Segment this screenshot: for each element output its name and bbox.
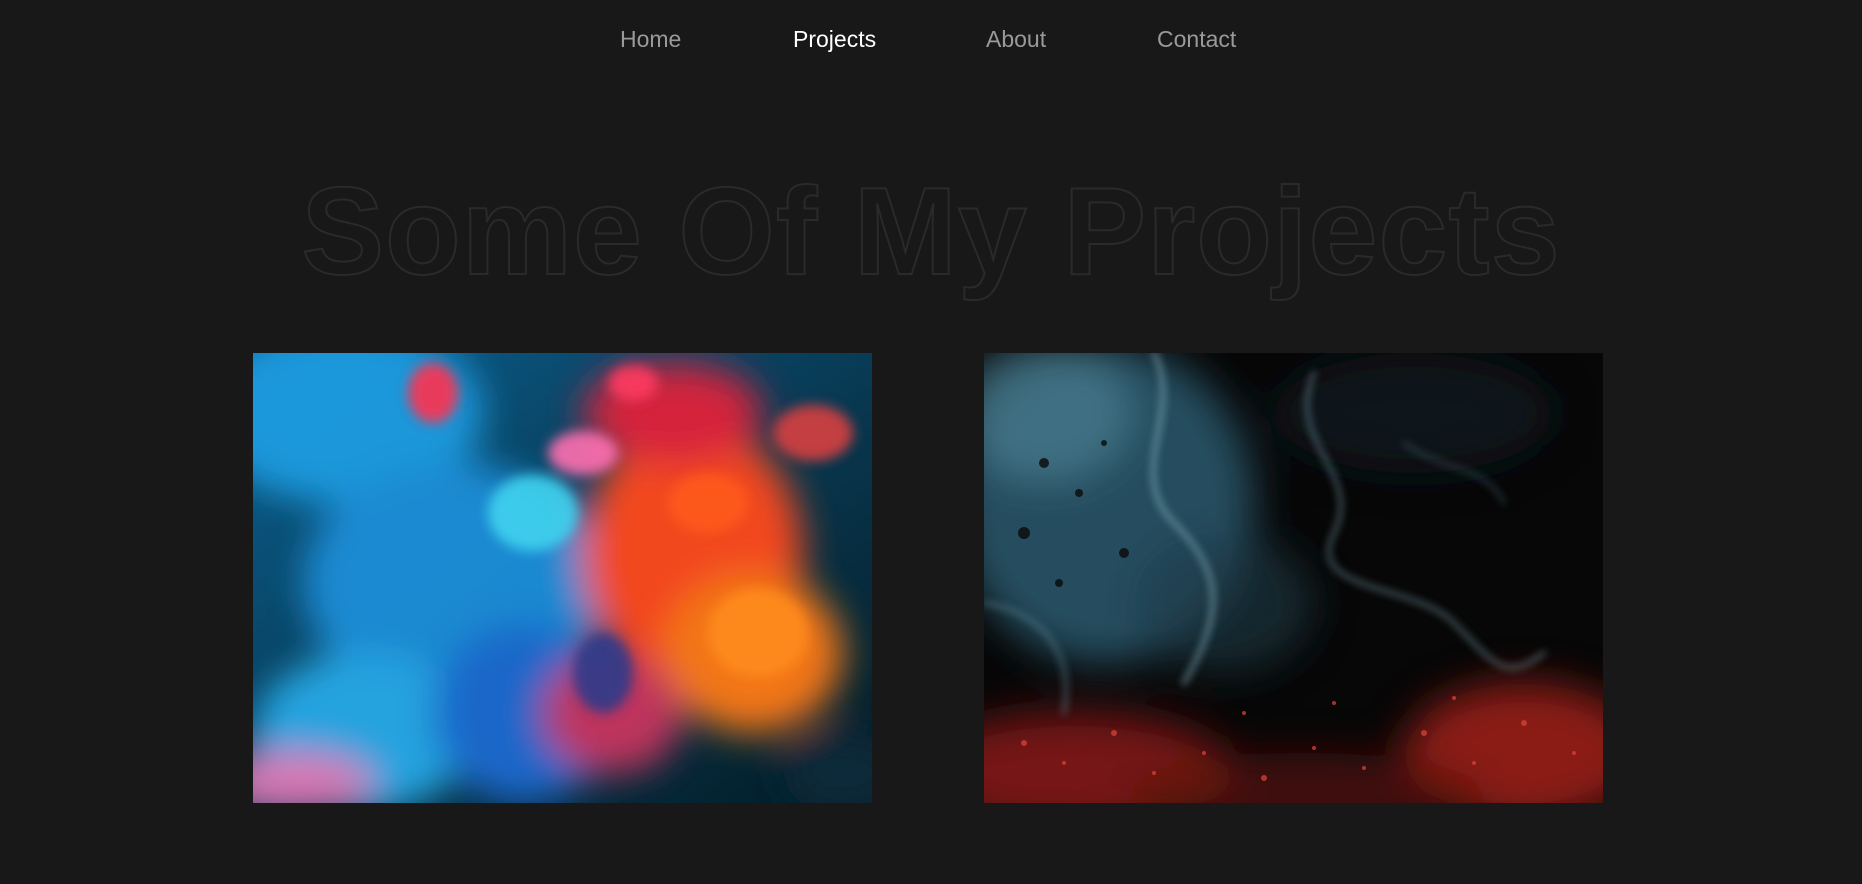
dark-blue-red-fluid-art-image [984, 353, 1603, 803]
nav-link-projects[interactable]: Projects [793, 26, 876, 53]
main-nav: Home Projects About Contact [0, 26, 1862, 58]
project-card-1[interactable] [253, 353, 872, 803]
nav-link-contact[interactable]: Contact [1157, 26, 1236, 53]
nav-link-home[interactable]: Home [620, 26, 681, 53]
project-card-2[interactable] [984, 353, 1603, 803]
blue-orange-ink-smoke-image [253, 353, 872, 803]
nav-link-about[interactable]: About [986, 26, 1046, 53]
page-title: Some Of My Projects [300, 162, 1561, 302]
